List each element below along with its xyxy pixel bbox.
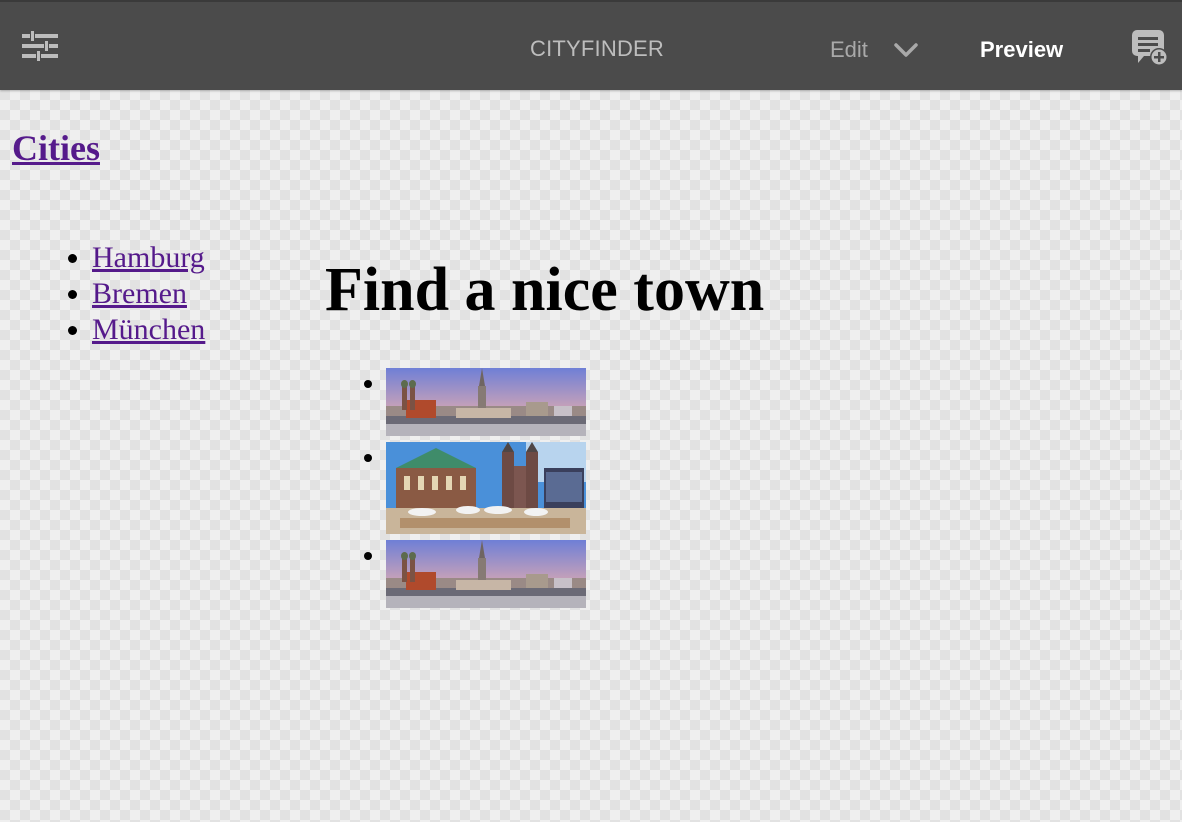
sliders-icon[interactable]: [20, 28, 60, 64]
edit-mode-button[interactable]: Edit: [830, 37, 868, 63]
city-image-list: [386, 368, 586, 614]
page-heading: Find a nice town: [325, 256, 765, 324]
city-nav-list: Hamburg Bremen München: [92, 240, 205, 348]
list-item: München: [92, 312, 205, 348]
editor-toolbar: CITYFINDER Edit Preview: [0, 0, 1182, 90]
app-title: CITYFINDER: [530, 36, 664, 61]
cities-link[interactable]: Cities: [12, 127, 100, 169]
bremen-market-square-image[interactable]: [386, 442, 586, 534]
chevron-down-icon[interactable]: [893, 40, 919, 60]
list-item: Bremen: [92, 276, 205, 312]
add-annotation-icon[interactable]: [1130, 28, 1170, 68]
hamburg-link[interactable]: Hamburg: [92, 241, 205, 274]
muenchen-link[interactable]: München: [92, 313, 205, 346]
list-item: [386, 368, 586, 436]
preview-mode-button[interactable]: Preview: [980, 37, 1063, 63]
bremen-link[interactable]: Bremen: [92, 277, 187, 310]
munich-skyline-image[interactable]: [386, 368, 586, 436]
list-item: Hamburg: [92, 240, 205, 276]
list-item: [386, 540, 586, 608]
munich-skyline-image[interactable]: [386, 540, 586, 608]
list-item: [386, 442, 586, 534]
